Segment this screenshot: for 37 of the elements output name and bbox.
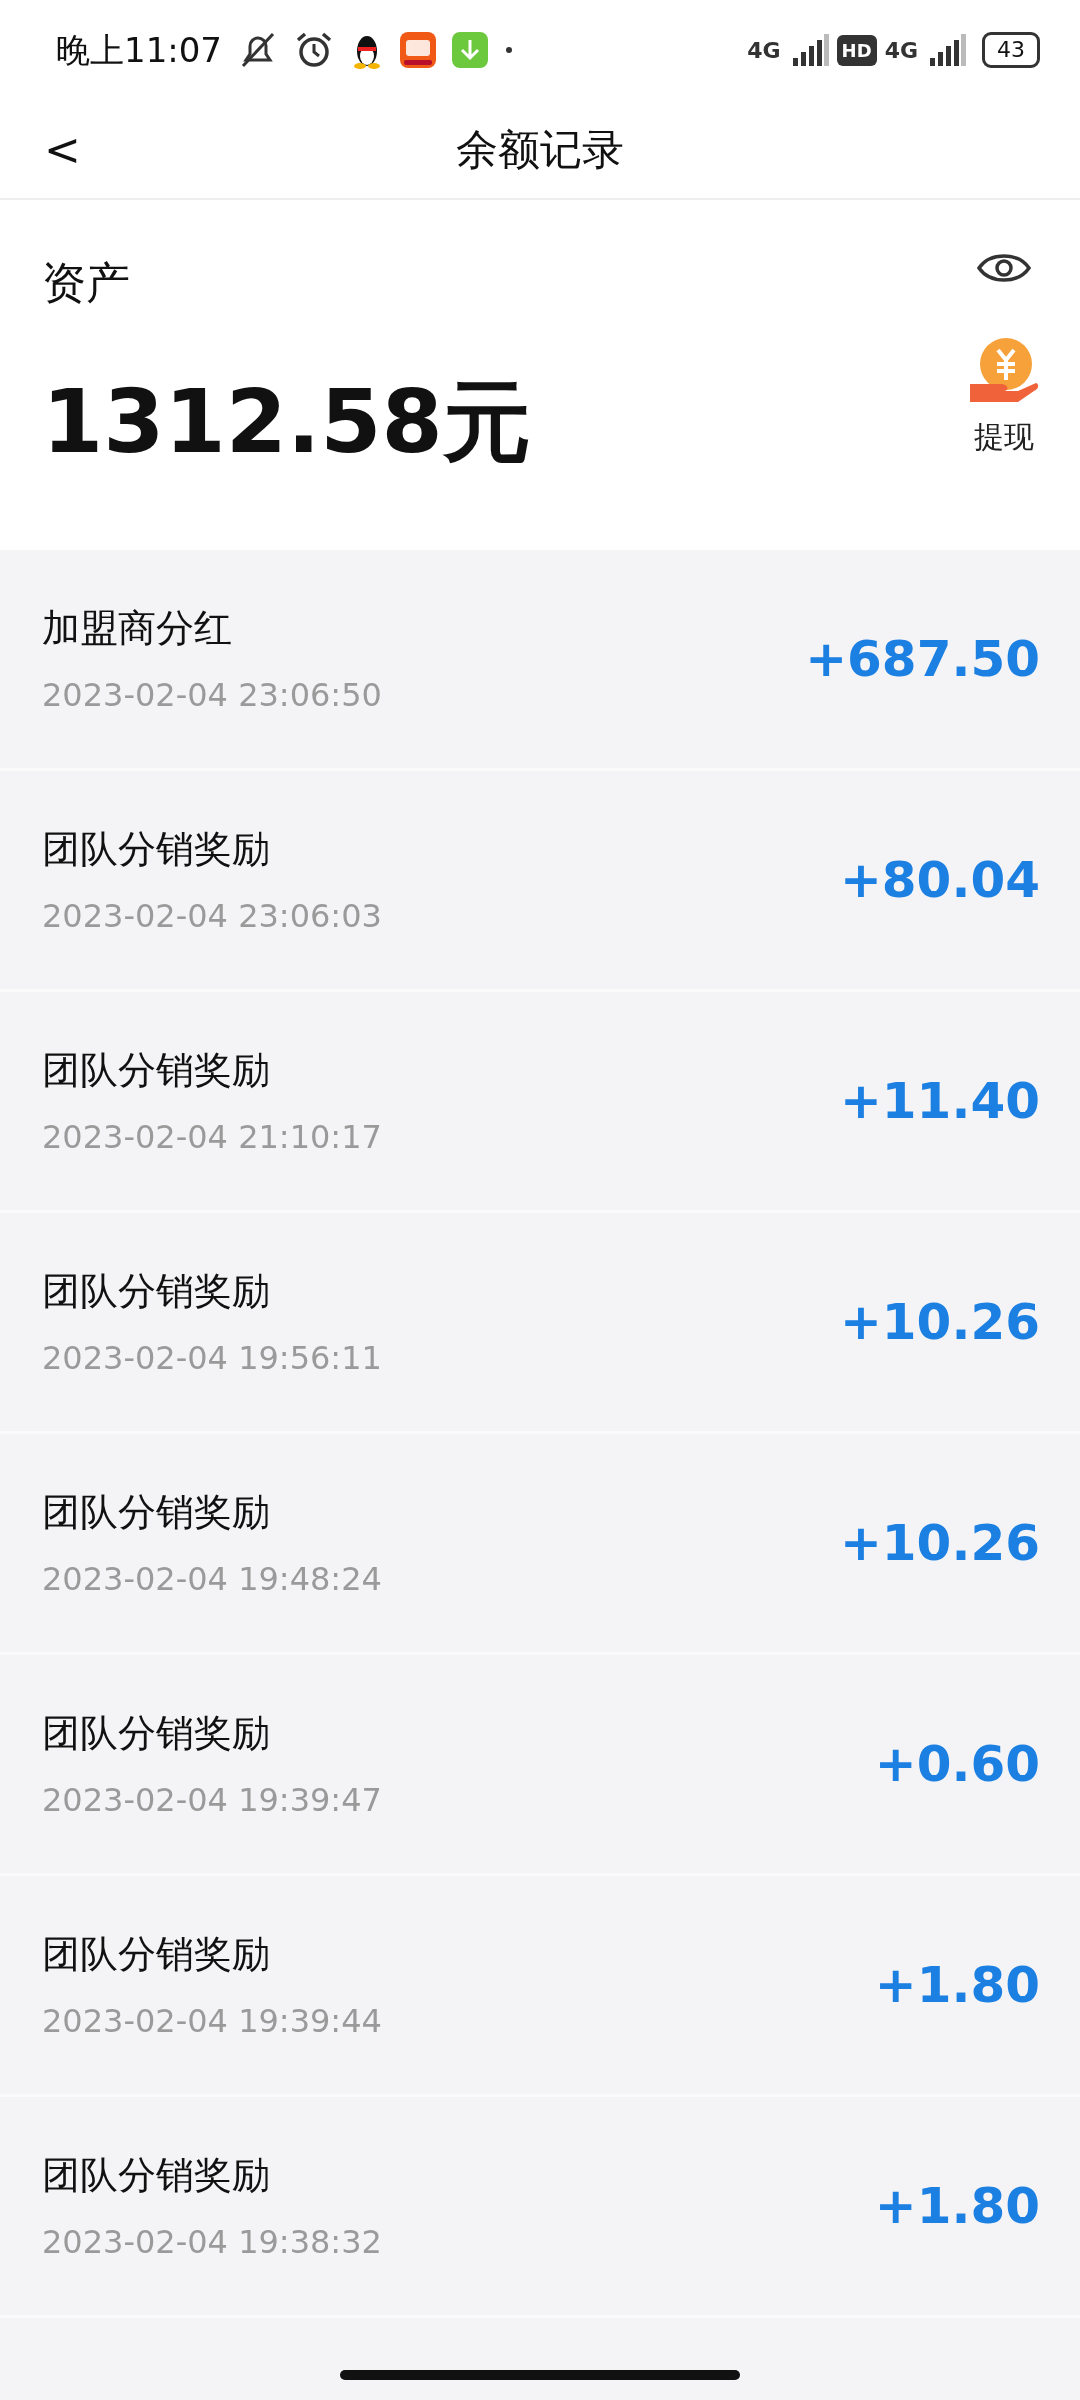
record-title: 加盟商分红 xyxy=(42,604,233,652)
hd-label: HD xyxy=(836,34,877,66)
network-label: 4G xyxy=(884,36,918,65)
record-time: 2023-02-04 23:06:03 xyxy=(42,895,383,937)
alarm-clock-icon xyxy=(294,30,334,70)
record-title: 团队分销奖励 xyxy=(42,1046,271,1094)
back-button[interactable]: < xyxy=(36,122,89,178)
record-time: 2023-02-04 19:56:11 xyxy=(42,1337,383,1379)
record-time: 2023-02-04 21:10:17 xyxy=(42,1116,383,1158)
assets-label: 资产 xyxy=(42,256,131,310)
record-time: 2023-02-04 23:06:50 xyxy=(42,674,383,716)
record-title: 团队分销奖励 xyxy=(42,1930,271,1978)
record-title: 团队分销奖励 xyxy=(42,1709,271,1757)
record-amount: +1.80 xyxy=(874,1954,1040,2016)
record-amount: +80.04 xyxy=(839,849,1040,911)
dot-icon xyxy=(504,45,514,55)
record-time: 2023-02-04 19:38:32 xyxy=(42,2221,383,2263)
record-title: 团队分销奖励 xyxy=(42,1488,271,1536)
download-icon xyxy=(452,32,488,68)
record-amount: +1.80 xyxy=(874,2175,1040,2237)
record-title: 团队分销奖励 xyxy=(42,825,271,873)
record-amount: +10.26 xyxy=(839,1512,1040,1574)
withdraw-button[interactable]: 提现 xyxy=(968,334,1040,459)
record-amount: +11.40 xyxy=(839,1070,1040,1132)
record-amount: +10.26 xyxy=(839,1291,1040,1353)
record-amount: +687.50 xyxy=(805,628,1040,690)
record-amount: +0.60 xyxy=(874,1733,1040,1795)
record-title: 团队分销奖励 xyxy=(42,1267,271,1315)
record-time: 2023-02-04 19:39:47 xyxy=(42,1779,383,1821)
page-title: 余额记录 xyxy=(456,123,624,176)
record-title: 团队分销奖励 xyxy=(42,2151,271,2199)
battery-level: 43 xyxy=(982,32,1040,68)
status-time: 晚上11:07 xyxy=(56,28,222,72)
network-label: 4G xyxy=(747,36,781,65)
record-time: 2023-02-04 19:39:44 xyxy=(42,2000,383,2042)
balance-amount: 1312.58元 xyxy=(42,369,532,475)
record-time: 2023-02-04 19:48:24 xyxy=(42,1558,383,1600)
